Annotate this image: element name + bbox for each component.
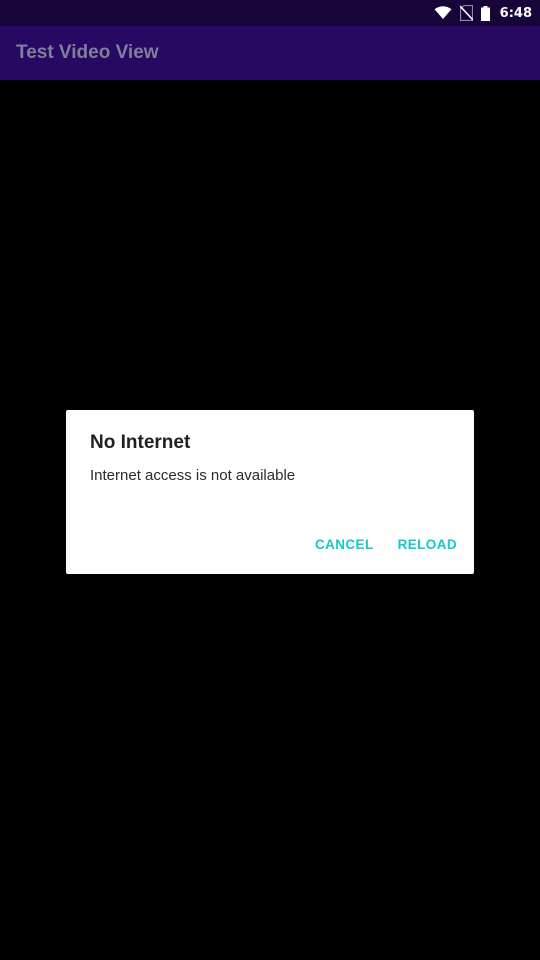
status-bar: 6:48	[0, 0, 540, 26]
app-bar: Test Video View	[0, 26, 540, 80]
status-time: 6:48	[499, 5, 532, 21]
battery-icon	[480, 0, 490, 26]
wifi-icon	[434, 0, 452, 26]
no-sim-icon	[459, 0, 473, 26]
dialog-message: Internet access is not available	[90, 467, 296, 484]
screen: 6:48 Test Video View No Internet Interne…	[0, 0, 540, 960]
app-title: Test Video View	[16, 42, 159, 63]
reload-button[interactable]: RELOAD	[391, 529, 464, 560]
no-internet-dialog: No Internet Internet access is not avail…	[66, 410, 474, 574]
cancel-button[interactable]: CANCEL	[308, 529, 381, 560]
dialog-actions: CANCEL RELOAD	[298, 529, 464, 560]
dialog-title: No Internet	[90, 432, 191, 453]
